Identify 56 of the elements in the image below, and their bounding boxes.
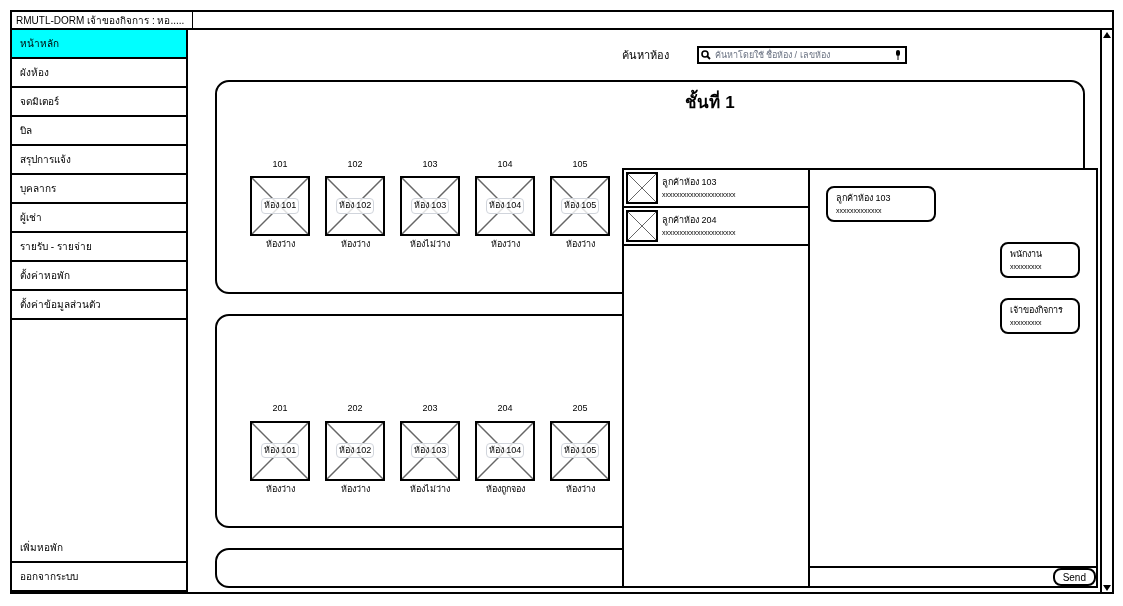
room-image-placeholder[interactable]: ห้อง 104 xyxy=(475,176,535,236)
search-icon xyxy=(700,50,711,60)
room-number: 104 xyxy=(497,157,513,171)
room-status: ห้องว่าง xyxy=(340,238,370,251)
image-placeholder-icon xyxy=(626,210,658,242)
room-caption: ห้อง 103 xyxy=(410,442,450,459)
room-image-placeholder[interactable]: ห้อง 102 xyxy=(325,176,385,236)
message-sender: พนักงาน xyxy=(1010,248,1043,261)
window-title: RMUTL-DORM เจ้าของกิจการ : หอ..... xyxy=(12,12,194,28)
room-caption: ห้อง 101 xyxy=(260,442,300,459)
room-status: ห้องว่าง xyxy=(490,238,520,251)
room-image-placeholder[interactable]: ห้อง 105 xyxy=(550,420,610,481)
room-caption: ห้อง 105 xyxy=(560,198,600,214)
room-number: 203 xyxy=(422,402,438,415)
room-number: 103 xyxy=(422,157,438,171)
room-image-placeholder[interactable]: ห้อง 104 xyxy=(475,420,535,481)
room-status: ห้องไม่ว่าง xyxy=(410,238,450,251)
room-status: ห้องว่าง xyxy=(565,482,595,496)
room-image-placeholder[interactable]: ห้อง 105 xyxy=(550,176,610,236)
room-image-placeholder[interactable]: ห้อง 102 xyxy=(325,420,385,481)
room-number: 101 xyxy=(272,157,288,171)
room-image-placeholder[interactable]: ห้อง 101 xyxy=(250,420,310,481)
room-status: ห้องว่าง xyxy=(265,238,295,251)
room-status: ห้องว่าง xyxy=(340,482,370,496)
conversation-name: ลูกค้าห้อง 204 xyxy=(662,214,718,228)
room-caption: ห้อง 101 xyxy=(260,198,300,214)
room-number: 105 xyxy=(572,157,588,171)
sidebar-item[interactable]: หน้าหลัก xyxy=(12,30,186,59)
room-status: ห้องไม่ว่าง xyxy=(410,482,450,496)
room-number: 202 xyxy=(347,402,363,415)
scrollbar[interactable] xyxy=(1100,30,1112,592)
microphone-icon xyxy=(894,50,901,60)
floor-title: ชั้นที่ 1 xyxy=(685,90,735,116)
room-caption: ห้อง 105 xyxy=(560,442,600,459)
room-caption: ห้อง 103 xyxy=(410,198,450,214)
room-number: 205 xyxy=(572,402,588,415)
send-button[interactable]: Send xyxy=(1052,568,1096,586)
message-sender: เจ้าของกิจการ xyxy=(1010,304,1064,317)
room-status: ห้องว่าง xyxy=(265,482,295,496)
search-label: ค้นหาห้อง xyxy=(621,47,669,63)
room-caption: ห้อง 104 xyxy=(485,442,525,459)
room-caption: ห้อง 104 xyxy=(485,198,525,214)
room-status: ห้องถูกจอง xyxy=(485,482,525,496)
room-caption: ห้อง 102 xyxy=(335,198,375,214)
room-number: 201 xyxy=(272,402,288,415)
message-sender: ลูกค้าห้อง 103 xyxy=(836,192,892,206)
room-image-placeholder[interactable]: ห้อง 103 xyxy=(400,176,460,236)
room-caption: ห้อง 102 xyxy=(335,442,375,459)
conversation-name: ลูกค้าห้อง 103 xyxy=(662,176,718,190)
room-image-placeholder[interactable]: ห้อง 101 xyxy=(250,176,310,236)
image-placeholder-icon xyxy=(626,172,658,204)
room-status: ห้องว่าง xyxy=(565,238,595,251)
search-field[interactable]: ค้นหาโดยใช้ ชื่อห้อง / เลขห้อง xyxy=(696,46,907,64)
room-image-placeholder[interactable]: ห้อง 103 xyxy=(400,420,460,481)
room-number: 102 xyxy=(347,157,363,171)
room-number: 204 xyxy=(497,402,513,415)
